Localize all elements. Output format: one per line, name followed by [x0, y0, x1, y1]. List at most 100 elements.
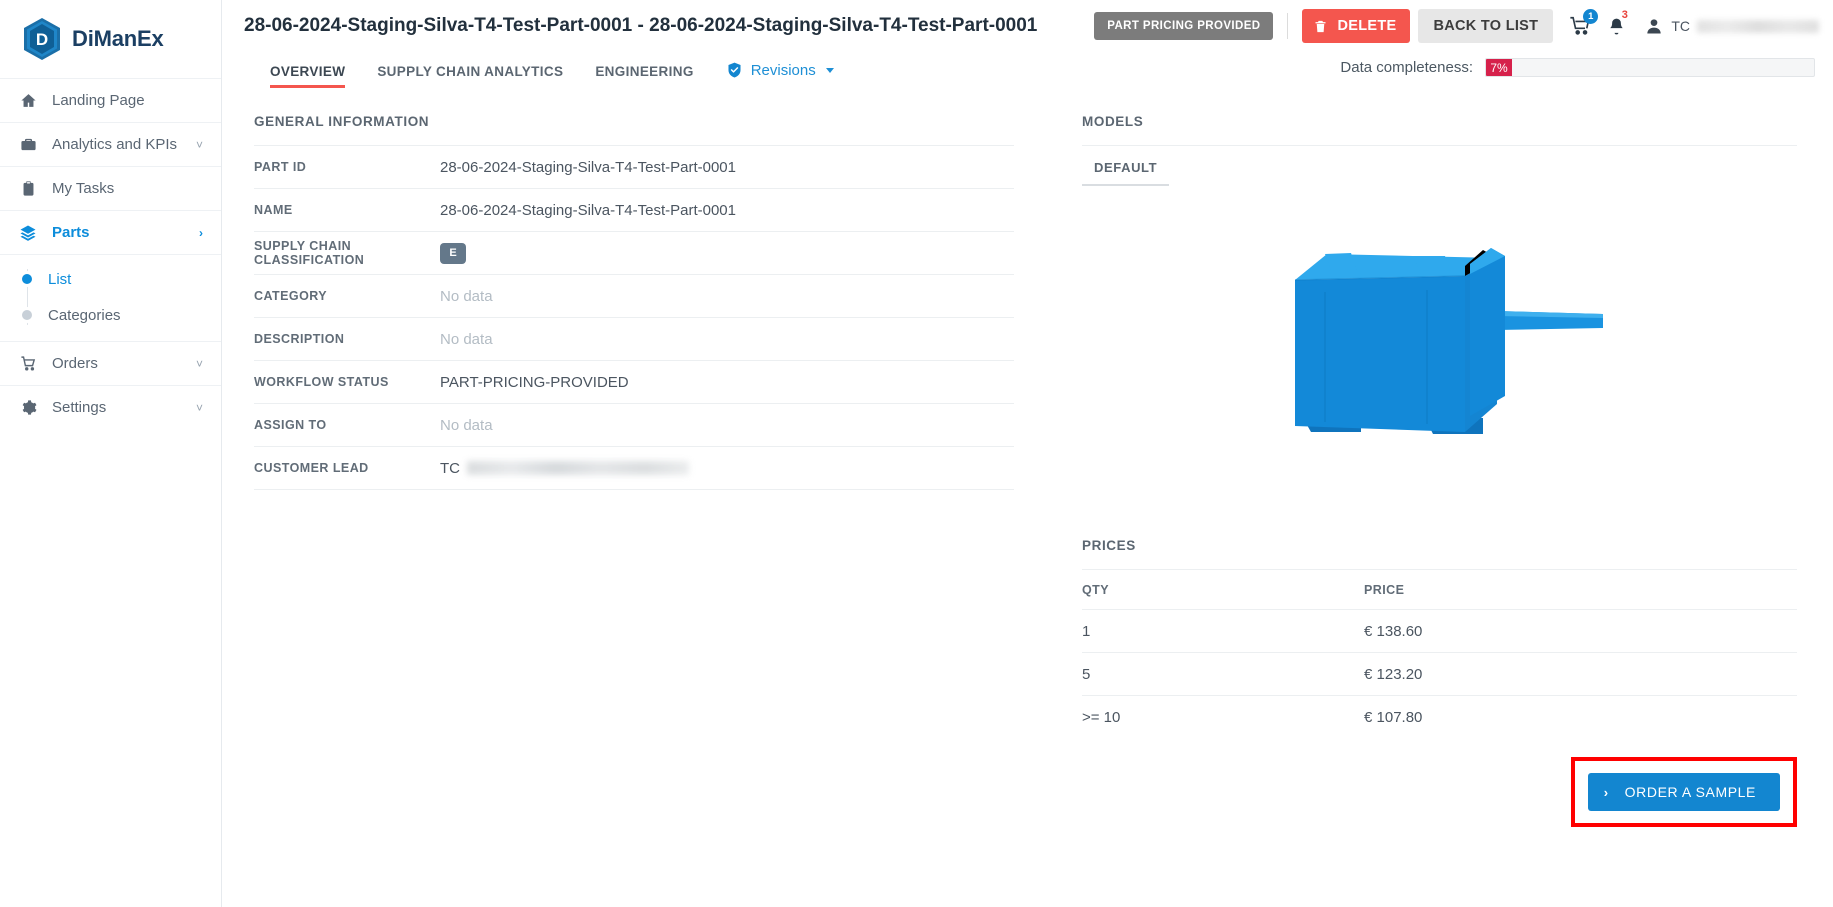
price-value: € 123.20	[1364, 665, 1423, 683]
price-qty: 1	[1082, 622, 1091, 640]
table-row: 5 € 123.20	[1082, 653, 1797, 696]
tab-strip: OVERVIEW SUPPLY CHAIN ANALYTICS ENGINEER…	[222, 52, 1833, 88]
info-value: 28-06-2024-Staging-Silva-T4-Test-Part-00…	[440, 158, 736, 176]
highlight-annotation: › ORDER A SAMPLE	[1570, 757, 1797, 827]
sidebar-label: Orders	[52, 355, 98, 372]
price-value: € 138.60	[1364, 622, 1423, 640]
notification-badge: 3	[1621, 9, 1628, 21]
brand-logo[interactable]: D DiManEx	[0, 0, 221, 78]
price-value: € 107.80	[1364, 709, 1423, 726]
sidebar-item-orders[interactable]: Orders ˅	[0, 341, 221, 385]
models-title: MODELS	[1082, 114, 1144, 129]
delete-button[interactable]: DELETE	[1302, 9, 1411, 43]
info-value: No data	[440, 416, 493, 434]
divider	[1287, 13, 1289, 39]
prices-header-row: QTY PRICE	[1082, 570, 1797, 610]
data-completeness: Data completeness: 7%	[1340, 58, 1815, 77]
info-row-customer-lead: CUSTOMER LEAD TC	[254, 447, 1014, 490]
delete-button-label: DELETE	[1337, 18, 1397, 34]
sidebar-item-my-tasks[interactable]: My Tasks	[0, 166, 221, 210]
model-tab-default[interactable]: DEFAULT	[1082, 146, 1170, 186]
info-row-workflow-status: WORKFLOW STATUS PART-PRICING-PROVIDED	[254, 361, 1014, 404]
sidebar-subnav-parts: List Categories	[0, 254, 221, 341]
gear-icon	[18, 399, 38, 416]
app-root: D DiManEx Landing Page Analytics and KPI…	[0, 0, 1833, 907]
order-a-sample-label: ORDER A SAMPLE	[1624, 784, 1756, 800]
layers-icon	[18, 224, 38, 242]
info-label: CUSTOMER LEAD	[254, 461, 369, 475]
sidebar-sublabel: Categories	[48, 306, 121, 324]
prices-header-price: PRICE	[1364, 582, 1405, 597]
svg-text:D: D	[36, 30, 48, 49]
sidebar-item-categories[interactable]: Categories	[0, 297, 221, 333]
tab-overview[interactable]: OVERVIEW	[254, 64, 361, 88]
chevron-down-icon: ˅	[195, 400, 203, 415]
tab-supply-chain-analytics[interactable]: SUPPLY CHAIN ANALYTICS	[361, 64, 579, 88]
user-name-redacted	[1697, 19, 1819, 33]
brand-name: DiManEx	[72, 26, 164, 51]
user-initials: TC	[1671, 18, 1690, 34]
info-value: PART-PRICING-PROVIDED	[440, 373, 629, 391]
page-title: 28-06-2024-Staging-Silva-T4-Test-Part-00…	[244, 15, 1038, 36]
order-a-sample-button[interactable]: › ORDER A SAMPLE	[1587, 773, 1780, 811]
sidebar-item-landing-page[interactable]: Landing Page	[0, 78, 221, 122]
info-label: SUPPLY CHAIN CLASSIFICATION	[254, 239, 365, 267]
order-sample-area: › ORDER A SAMPLE	[1082, 739, 1797, 827]
trash-icon	[1313, 19, 1328, 34]
sidebar-sublabel: List	[48, 270, 72, 288]
sidebar-item-settings[interactable]: Settings ˅	[0, 385, 221, 429]
bullet-icon	[22, 310, 32, 320]
prices-header-qty: QTY	[1082, 582, 1110, 597]
3d-part-model-icon	[1265, 236, 1615, 466]
sidebar-label: Analytics and KPIs	[52, 136, 178, 153]
general-information-panel: GENERAL INFORMATION PART ID 28-06-2024-S…	[244, 88, 1044, 907]
content: GENERAL INFORMATION PART ID 28-06-2024-S…	[222, 88, 1833, 907]
info-label: ASSIGN TO	[254, 418, 327, 432]
sidebar-item-parts[interactable]: Parts ›	[0, 210, 221, 254]
table-row: >= 10 € 107.80	[1082, 696, 1797, 739]
cart-button[interactable]: 1	[1569, 9, 1599, 37]
info-value: 28-06-2024-Staging-Silva-T4-Test-Part-00…	[440, 201, 736, 219]
customer-lead-value: TC	[440, 460, 689, 477]
info-row-name: NAME 28-06-2024-Staging-Silva-T4-Test-Pa…	[254, 189, 1014, 232]
data-completeness-fill: 7%	[1486, 59, 1512, 76]
revisions-label: Revisions	[750, 61, 816, 79]
shield-check-icon	[726, 61, 743, 79]
prices-title: PRICES	[1082, 538, 1136, 553]
info-row-part-id: PART ID 28-06-2024-Staging-Silva-T4-Test…	[254, 146, 1014, 189]
chevron-down-icon: ˅	[195, 137, 203, 152]
customer-lead-redacted	[467, 461, 689, 475]
chevron-right-icon: ›	[1603, 784, 1609, 800]
sidebar-label: Parts	[52, 224, 90, 241]
sidebar-label: My Tasks	[52, 180, 115, 197]
dimanex-hexagon-logo-icon: D	[22, 17, 62, 61]
classification-badge: E	[440, 242, 466, 264]
model-viewer[interactable]	[1082, 186, 1797, 516]
back-to-list-button[interactable]: BACK TO LIST	[1418, 9, 1554, 43]
info-row-supply-chain-classification: SUPPLY CHAIN CLASSIFICATION E	[254, 232, 1014, 275]
tab-engineering[interactable]: ENGINEERING	[579, 64, 709, 88]
models-tabs: DEFAULT	[1082, 145, 1797, 186]
chevron-down-icon: ˅	[195, 356, 203, 371]
status-badge: PART PRICING PROVIDED	[1094, 12, 1274, 40]
user-menu[interactable]: TC	[1644, 16, 1819, 36]
clipboard-icon	[18, 180, 38, 197]
info-label: WORKFLOW STATUS	[254, 375, 389, 389]
topbar-actions: PART PRICING PROVIDED DELETE BACK TO LIS…	[1094, 9, 1819, 43]
sidebar-label: Settings	[52, 399, 107, 416]
sidebar-item-list[interactable]: List	[0, 261, 221, 297]
info-label: PART ID	[254, 160, 307, 174]
data-completeness-label: Data completeness:	[1340, 59, 1473, 76]
chevron-down-icon	[825, 67, 834, 73]
home-icon	[18, 92, 38, 109]
sidebar: D DiManEx Landing Page Analytics and KPI…	[0, 0, 222, 907]
notifications-button[interactable]: 3	[1607, 9, 1628, 37]
sidebar-item-analytics-and-kpis[interactable]: Analytics and KPIs ˅	[0, 122, 221, 166]
general-information-title: GENERAL INFORMATION	[254, 114, 430, 129]
prices-table: QTY PRICE 1 € 138.60 5 € 123.20 >= 10 € …	[1082, 569, 1797, 739]
revisions-dropdown[interactable]: Revisions	[710, 61, 844, 88]
info-value: TC	[440, 459, 460, 477]
price-qty: >= 10	[1082, 709, 1121, 726]
sidebar-label: Landing Page	[52, 92, 145, 109]
general-information-table: PART ID 28-06-2024-Staging-Silva-T4-Test…	[254, 145, 1014, 490]
